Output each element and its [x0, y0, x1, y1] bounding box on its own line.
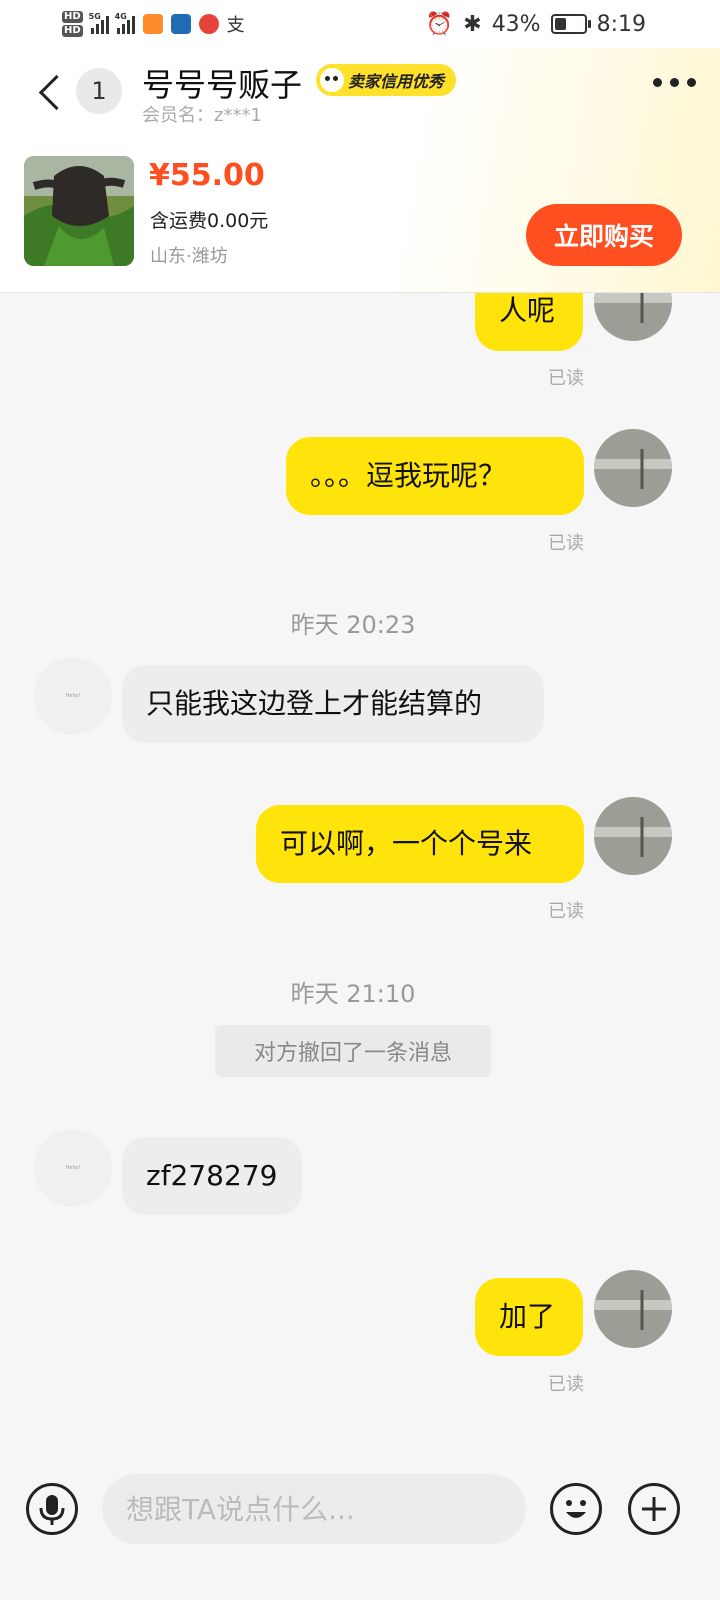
- message-list[interactable]: 人呢 已读 。。。逗我玩呢？ 已读 昨天 20:23 Hello! 只能我这边登…: [0, 293, 720, 1443]
- contact-avatar[interactable]: Hello!: [34, 657, 112, 735]
- bluetooth-icon: ✱: [463, 11, 482, 37]
- network-4g-label: 4G: [114, 12, 127, 21]
- product-price: ¥55.00: [149, 158, 265, 193]
- message-bubble-sent[interactable]: 可以啊，一个个号来: [256, 805, 584, 883]
- my-avatar[interactable]: [594, 293, 672, 341]
- timestamp: 昨天 20:23: [290, 611, 416, 639]
- message-bubble-sent[interactable]: 。。。逗我玩呢？: [286, 437, 584, 515]
- message-bubble-sent[interactable]: 加了: [475, 1278, 583, 1356]
- signal-5g-icon: 5G: [88, 12, 109, 34]
- message-bubble-sent[interactable]: 人呢: [475, 293, 583, 351]
- message-bubble-received[interactable]: 只能我这边登上才能结算的: [122, 665, 544, 743]
- more-options-icon[interactable]: [653, 78, 696, 87]
- battery-icon: [550, 14, 591, 34]
- plus-icon[interactable]: [628, 1483, 680, 1535]
- my-avatar[interactable]: [594, 1270, 672, 1348]
- mascot-icon: [320, 68, 344, 92]
- weibo-icon: [198, 14, 219, 34]
- read-receipt: 已读: [548, 901, 584, 922]
- my-avatar[interactable]: [594, 429, 672, 507]
- seller-credit-label: 卖家信用优秀: [348, 72, 445, 91]
- clock-time: 8:19: [596, 11, 646, 37]
- battery-percent: 43%: [491, 11, 541, 37]
- buy-now-button[interactable]: 立即购买: [526, 204, 682, 266]
- unread-count-badge[interactable]: 1: [76, 68, 122, 114]
- recall-notice: 对方撤回了一条消息: [215, 1025, 491, 1077]
- chat-header: 1 号号号贩子 卖家信用优秀 会员名：z***1 ¥55.00 含运费0.00元…: [0, 48, 720, 293]
- hd-label-2: HD: [62, 25, 83, 37]
- product-location: 山东·潍坊: [150, 246, 228, 267]
- shipping-info: 含运费0.00元: [150, 210, 269, 232]
- read-receipt: 已读: [548, 368, 584, 389]
- network-5g-label: 5G: [88, 12, 101, 21]
- hd-indicator: HD HD: [62, 11, 83, 37]
- product-thumbnail[interactable]: [24, 156, 134, 266]
- app-notification-icon: [170, 14, 191, 34]
- read-receipt: 已读: [548, 533, 584, 554]
- alarm-icon: ⏰: [425, 11, 454, 37]
- message-input[interactable]: [102, 1474, 526, 1544]
- status-bar: HD HD 5G 4G 支 ⏰ ✱ 43% 8:19: [0, 0, 720, 48]
- chat-title: 号号号贩子: [142, 66, 303, 104]
- signal-4g-icon: 4G: [114, 12, 135, 34]
- hd-label-1: HD: [62, 11, 83, 23]
- alipay-icon: 支: [226, 15, 245, 36]
- microphone-icon[interactable]: [26, 1483, 78, 1535]
- seller-credit-badge[interactable]: 卖家信用优秀: [316, 64, 457, 96]
- taobao-app-icon: [142, 14, 163, 34]
- smiley-icon[interactable]: [550, 1483, 602, 1535]
- timestamp: 昨天 21:10: [290, 980, 416, 1008]
- input-bar: [0, 1443, 720, 1600]
- member-name: 会员名：z***1: [142, 105, 262, 126]
- message-bubble-received[interactable]: zf278279: [122, 1137, 302, 1215]
- back-icon[interactable]: [36, 72, 66, 112]
- read-receipt: 已读: [548, 1374, 584, 1395]
- contact-avatar[interactable]: Hello!: [34, 1129, 112, 1207]
- my-avatar[interactable]: [594, 797, 672, 875]
